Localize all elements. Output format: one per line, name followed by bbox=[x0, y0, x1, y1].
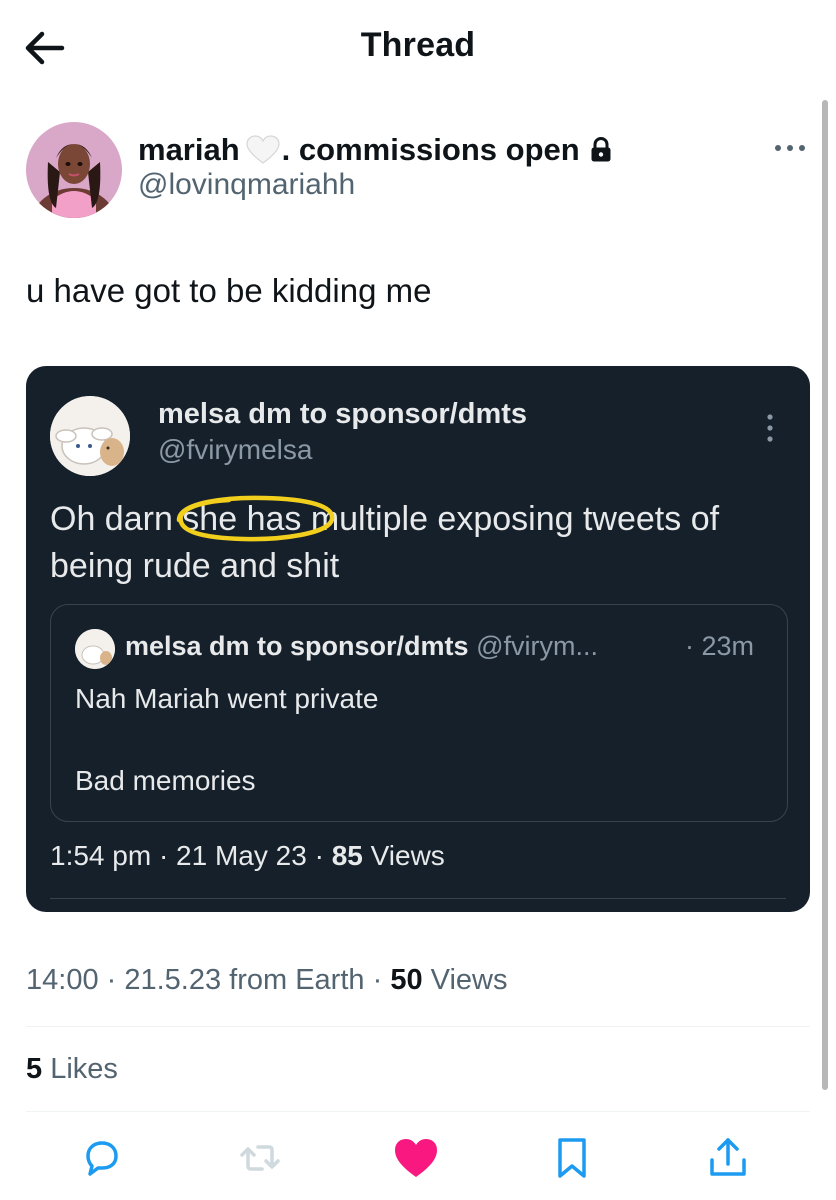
quoted-avatar bbox=[75, 629, 115, 669]
quoted-author-handle: @fvirym... bbox=[476, 631, 598, 661]
retweet-button[interactable] bbox=[236, 1134, 284, 1182]
tweet-datetime: 14:00 · 21.5.23 from Earth · bbox=[26, 964, 391, 996]
page-title: Thread bbox=[360, 26, 476, 64]
views-count: 50 bbox=[390, 964, 423, 996]
author-name-suffix: . commissions open bbox=[281, 132, 580, 167]
author-avatar[interactable] bbox=[26, 122, 122, 218]
white-heart-emoji-icon bbox=[246, 135, 280, 165]
screenshot-author-name: melsa dm to sponsor/dmts bbox=[158, 398, 528, 430]
divider bbox=[26, 1026, 810, 1027]
tweet-text: u have got to be kidding me bbox=[26, 272, 432, 309]
retweet-icon bbox=[240, 1145, 280, 1171]
likes-link[interactable]: 5 Likes bbox=[26, 1053, 118, 1086]
screenshot-tweet-text: Oh darn she has multiple exposing tweets… bbox=[50, 500, 720, 585]
reply-icon bbox=[86, 1141, 118, 1176]
attached-image[interactable]: melsa dm to sponsor/dmts @fvirymelsa Oh … bbox=[26, 366, 810, 912]
bookmark-button[interactable] bbox=[548, 1134, 596, 1182]
screenshot-meta: 1:54 pm · 21 May 23 · 85 Views bbox=[50, 840, 445, 872]
reply-button[interactable] bbox=[78, 1134, 126, 1182]
share-button[interactable] bbox=[704, 1134, 752, 1182]
more-options-button[interactable] bbox=[770, 138, 810, 158]
tweet-meta: 14:00 · 21.5.23 from Earth · 50 Views bbox=[26, 964, 507, 997]
quoted-text-line2: Bad memories bbox=[75, 765, 256, 796]
share-icon bbox=[710, 1138, 746, 1176]
likes-count: 5 bbox=[26, 1053, 43, 1085]
more-dots-icon bbox=[775, 145, 805, 151]
screenshot-divider bbox=[50, 898, 786, 899]
scrollbar[interactable] bbox=[822, 100, 828, 1090]
screenshot-kebab-icon bbox=[764, 412, 776, 444]
like-heart-icon bbox=[395, 1139, 437, 1177]
views-label: Views bbox=[422, 964, 508, 996]
quoted-header: melsa dm to sponsor/dmts @fvirym... bbox=[125, 631, 598, 662]
bookmark-icon bbox=[558, 1138, 586, 1178]
screenshot-views-count: 85 bbox=[331, 840, 363, 871]
author-name: mariah bbox=[138, 132, 240, 167]
author-name-line[interactable]: mariah . commissions open bbox=[138, 130, 612, 170]
quoted-time: · 23m bbox=[685, 631, 755, 661]
lock-icon bbox=[590, 136, 612, 163]
quoted-tweet: melsa dm to sponsor/dmts @fvirym... · 23… bbox=[50, 604, 788, 822]
divider bbox=[26, 1111, 810, 1112]
quoted-author-name: melsa dm to sponsor/dmts bbox=[125, 631, 469, 661]
author-handle[interactable]: @lovinqmariahh bbox=[138, 168, 355, 202]
screenshot-avatar bbox=[50, 396, 130, 476]
screenshot-datetime: 1:54 pm · 21 May 23 · bbox=[50, 840, 332, 871]
quoted-text-line1: Nah Mariah went private bbox=[75, 683, 379, 714]
screenshot-views-label: Views bbox=[362, 840, 445, 871]
like-button[interactable] bbox=[392, 1134, 440, 1182]
likes-label: Likes bbox=[42, 1053, 118, 1085]
screenshot-author-handle: @fvirymelsa bbox=[158, 434, 313, 465]
